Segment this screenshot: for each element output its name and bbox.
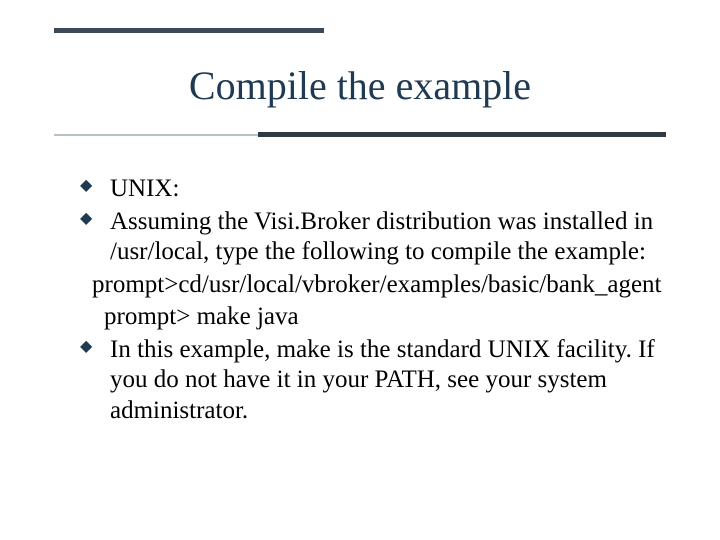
decoration-mid-line-light xyxy=(54,134,258,136)
slide-body: ◆ UNIX: ◆ Assuming the Visi.Broker distr… xyxy=(80,174,665,428)
list-item: ◆ UNIX: xyxy=(80,174,665,205)
list-item: ◆ In this example, make is the standard … xyxy=(80,335,665,427)
list-item-text: prompt> make java xyxy=(104,303,299,330)
decoration-top-line xyxy=(54,28,324,33)
bullet-icon: ◆ xyxy=(80,212,94,226)
list-item: ◆ Assuming the Visi.Broker distribution … xyxy=(80,207,665,268)
bullet-icon: ◆ xyxy=(80,179,94,193)
list-item-text: Assuming the Visi.Broker distribution wa… xyxy=(110,208,653,266)
list-item: prompt> make java xyxy=(80,302,665,333)
decoration-mid-line-dark xyxy=(258,132,666,137)
slide-title: Compile the example xyxy=(0,62,720,109)
list-item-text: prompt>cd/usr/local/vbroker/examples/bas… xyxy=(92,271,661,298)
list-item: prompt>cd/usr/local/vbroker/examples/bas… xyxy=(80,270,665,301)
list-item-text: In this example, make is the standard UN… xyxy=(110,336,655,424)
bullet-icon: ◆ xyxy=(80,340,94,354)
list-item-text: UNIX: xyxy=(110,175,179,202)
